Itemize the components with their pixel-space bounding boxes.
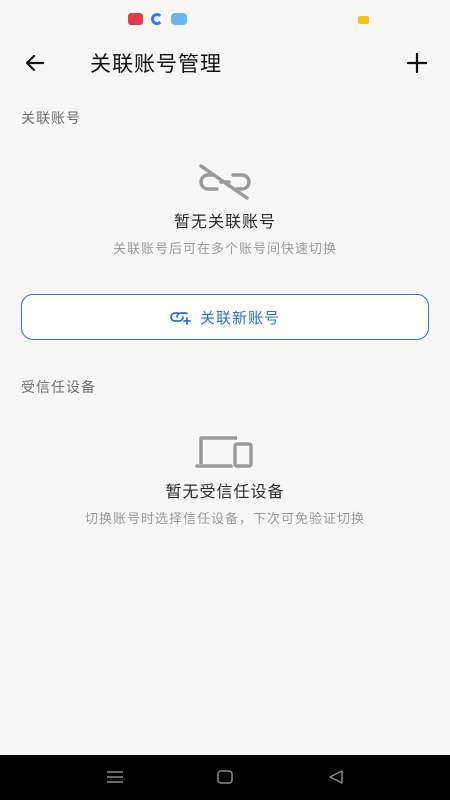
link-add-icon <box>170 312 191 325</box>
sync-icon <box>151 13 163 25</box>
nav-home-button[interactable] <box>205 763 245 791</box>
linked-accounts-section-label: 关联账号 <box>21 111 81 127</box>
trusted-devices-empty-desc: 切换账号时选择信任设备，下次可免验证切换 <box>84 512 365 527</box>
linked-accounts-empty-title: 暂无关联账号 <box>173 212 276 231</box>
status-bar <box>0 0 450 36</box>
nav-back-button[interactable] <box>316 763 356 791</box>
app-notification-icon <box>128 13 143 25</box>
unlink-icon <box>199 164 251 200</box>
devices-icon <box>195 436 253 468</box>
weather-icon <box>171 13 187 25</box>
link-new-account-label: 关联新账号 <box>199 308 280 327</box>
arrow-left-icon <box>25 54 45 72</box>
header: 关联账号管理 <box>0 40 450 84</box>
page-title: 关联账号管理 <box>90 52 222 76</box>
trusted-devices-empty-title: 暂无受信任设备 <box>165 482 285 501</box>
menu-icon <box>107 771 123 783</box>
back-button[interactable] <box>18 46 52 80</box>
square-home-icon <box>217 770 233 784</box>
screen: 关联账号管理 关联账号 暂无关联账号 关联账号后可在多个账号间快速切换 关联新账… <box>0 0 450 800</box>
trusted-devices-section-label: 受信任设备 <box>21 380 96 396</box>
trusted-devices-empty-state: 暂无受信任设备 切换账号时选择信任设备，下次可免验证切换 <box>0 430 450 527</box>
add-button[interactable] <box>400 46 434 80</box>
system-nav-bar <box>0 755 450 800</box>
nav-menu-button[interactable] <box>95 763 135 791</box>
plus-icon <box>406 52 428 74</box>
linked-accounts-empty-state: 暂无关联账号 关联账号后可在多个账号间快速切换 <box>0 162 450 257</box>
battery-icon <box>358 16 369 24</box>
link-new-account-button[interactable]: 关联新账号 <box>21 294 429 340</box>
triangle-back-icon <box>329 770 343 784</box>
linked-accounts-empty-desc: 关联账号后可在多个账号间快速切换 <box>112 242 337 257</box>
